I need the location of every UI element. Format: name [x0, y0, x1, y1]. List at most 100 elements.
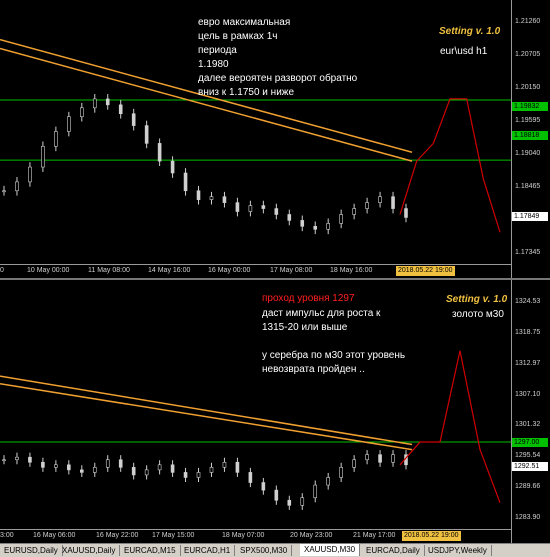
candle-body: [274, 208, 279, 215]
comment-line: у серебра по м30 этот уровень: [262, 350, 406, 361]
chart-tab[interactable]: EURUSD,Daily: [0, 545, 63, 556]
comment-line: 1315-20 или выше: [262, 322, 348, 333]
candle-body: [313, 484, 318, 499]
price-level-tag: 1.18818: [512, 131, 548, 140]
candle-body: [157, 464, 162, 471]
time-tick-label: 11 May 08:00: [88, 267, 130, 274]
candle-body: [170, 160, 175, 174]
candle-body: [235, 461, 240, 473]
time-tick-label: 17 May 15:00: [152, 532, 195, 539]
comment-line: невозврата пройден ..: [262, 364, 365, 375]
price-tick-label: 1318.75: [515, 328, 541, 336]
candle-body: [118, 459, 123, 468]
candle-body: [222, 461, 227, 468]
candle-body: [274, 489, 279, 501]
xauusd-m30-chart[interactable]: проход уровня 1297 даст импульс для рост…: [0, 280, 550, 543]
chart-tab[interactable]: XAUUSD,Daily: [58, 545, 121, 556]
time-tick-label: 16 May 06:00: [33, 532, 76, 539]
candle-body: [41, 146, 45, 168]
candle-body: [67, 116, 71, 132]
candle-body: [261, 205, 266, 209]
price-tick-label: 1.21260: [515, 18, 541, 25]
time-tick-label: 10 May 00:00: [27, 267, 70, 274]
time-tick-label: 14 May 16:00: [148, 267, 191, 274]
candle-body: [118, 104, 123, 115]
price-tick-label: 1307.10: [515, 390, 541, 398]
candle-body: [41, 461, 45, 468]
candle-body: [261, 482, 266, 491]
candle-body: [131, 113, 136, 126]
candle-body: [183, 472, 188, 478]
price-tick-label: 1324.53: [515, 298, 541, 305]
candle-body: [326, 477, 330, 486]
comment-line: вниз к 1.1750 и ниже: [198, 87, 295, 98]
candle-body: [196, 190, 201, 200]
chart-tab[interactable]: SPX500,M30: [236, 545, 293, 556]
time-axis[interactable]: 3:00 16 May 06:00 16 May 22:00 17 May 15:00…: [0, 529, 512, 543]
candle-body: [105, 98, 110, 106]
moving-average-line: [0, 382, 413, 451]
price-tick-label: 1.20705: [515, 51, 541, 58]
comment-line: [262, 335, 405, 349]
time-tick-label: 3:00: [0, 532, 14, 539]
comment-line: даст импульс для роста к: [262, 308, 381, 319]
candle-body: [300, 497, 305, 506]
price-tick-label: 1.17345: [515, 249, 541, 256]
projection-line: [399, 350, 501, 504]
symbol-label: eur\usd h1: [440, 46, 488, 57]
candle-body: [235, 202, 240, 212]
projection-line: [399, 98, 501, 233]
candle-body: [378, 454, 382, 463]
candle-body: [209, 467, 214, 473]
price-axis[interactable]: 1.21260 1.20705 1.20150 1.19595 1.19040 1.184…: [511, 0, 550, 278]
price-axis[interactable]: 1324.53 1318.75 1312.97 1307.10 1301.32 1295.…: [511, 280, 550, 543]
chart-tab[interactable]: EURCAD,M15: [120, 545, 181, 556]
time-tick-label: 16 May 00:00: [208, 267, 251, 274]
price-tick-label: 1289.66: [515, 483, 541, 491]
candle-body: [352, 459, 356, 468]
chart-tab[interactable]: EURCAD,H1: [180, 545, 236, 556]
price-tick-label: 1.19040: [515, 150, 541, 157]
xauusd-comment: даст импульс для роста к 1315-20 или выше…: [262, 307, 405, 377]
candle-body: [15, 456, 19, 461]
chart-tab[interactable]: XAUUSD,M30: [300, 544, 361, 556]
price-tick-label: 1.18465: [515, 183, 541, 190]
chart-tabs-bar: EURUSD,Daily XAUUSD,Daily EURCAD,M15 EURCAD…: [0, 543, 550, 557]
price-level-tag: 1.17849: [512, 212, 548, 221]
xauusd-comment-title: проход уровня 1297: [262, 293, 355, 304]
candle-body: [131, 467, 136, 476]
comment-line: евро максимальная: [198, 17, 291, 28]
candle-body: [92, 98, 97, 109]
candle-body: [391, 196, 395, 209]
price-tick-label: 1295.54: [515, 452, 541, 460]
time-tick-label: 18 May 07:00: [222, 532, 265, 539]
xauusd-price-plot[interactable]: [0, 280, 512, 530]
time-tick-label: 20 May 23:00: [290, 532, 333, 539]
candle-body: [339, 214, 343, 224]
candle-body: [222, 196, 227, 203]
candle-body: [248, 205, 253, 212]
candle-body: [80, 469, 84, 473]
price-tick-label: 1301.32: [515, 421, 541, 429]
candle-body: [287, 499, 292, 506]
candle-body: [144, 125, 149, 144]
eurusd-h1-chart[interactable]: евро максимальная цель в рамках 1ч периода…: [0, 0, 550, 278]
candle-body: [287, 214, 292, 221]
candle-body: [339, 467, 343, 478]
time-axis[interactable]: 0 10 May 00:00 11 May 08:00 14 May 16:00 16 …: [0, 264, 512, 278]
chart-tab[interactable]: USDJPY,Weekly: [424, 545, 492, 556]
chart-tab[interactable]: EURCAD,Daily: [362, 545, 425, 556]
candle-body: [365, 454, 369, 461]
candle-body: [404, 208, 408, 218]
candle-body: [326, 223, 330, 230]
candle-body: [352, 208, 356, 215]
comment-line: периода: [198, 45, 237, 56]
price-level-tag: 1297.00: [512, 438, 548, 447]
current-time-label: 2018.05.22 19:00: [396, 266, 455, 276]
candle-body: [54, 464, 58, 468]
moving-average-line: [0, 375, 413, 446]
candle-body: [105, 459, 110, 468]
time-tick-label: 17 May 08:00: [270, 267, 313, 274]
candle-body: [313, 226, 318, 230]
comment-line: цель в рамках 1ч: [198, 31, 278, 42]
